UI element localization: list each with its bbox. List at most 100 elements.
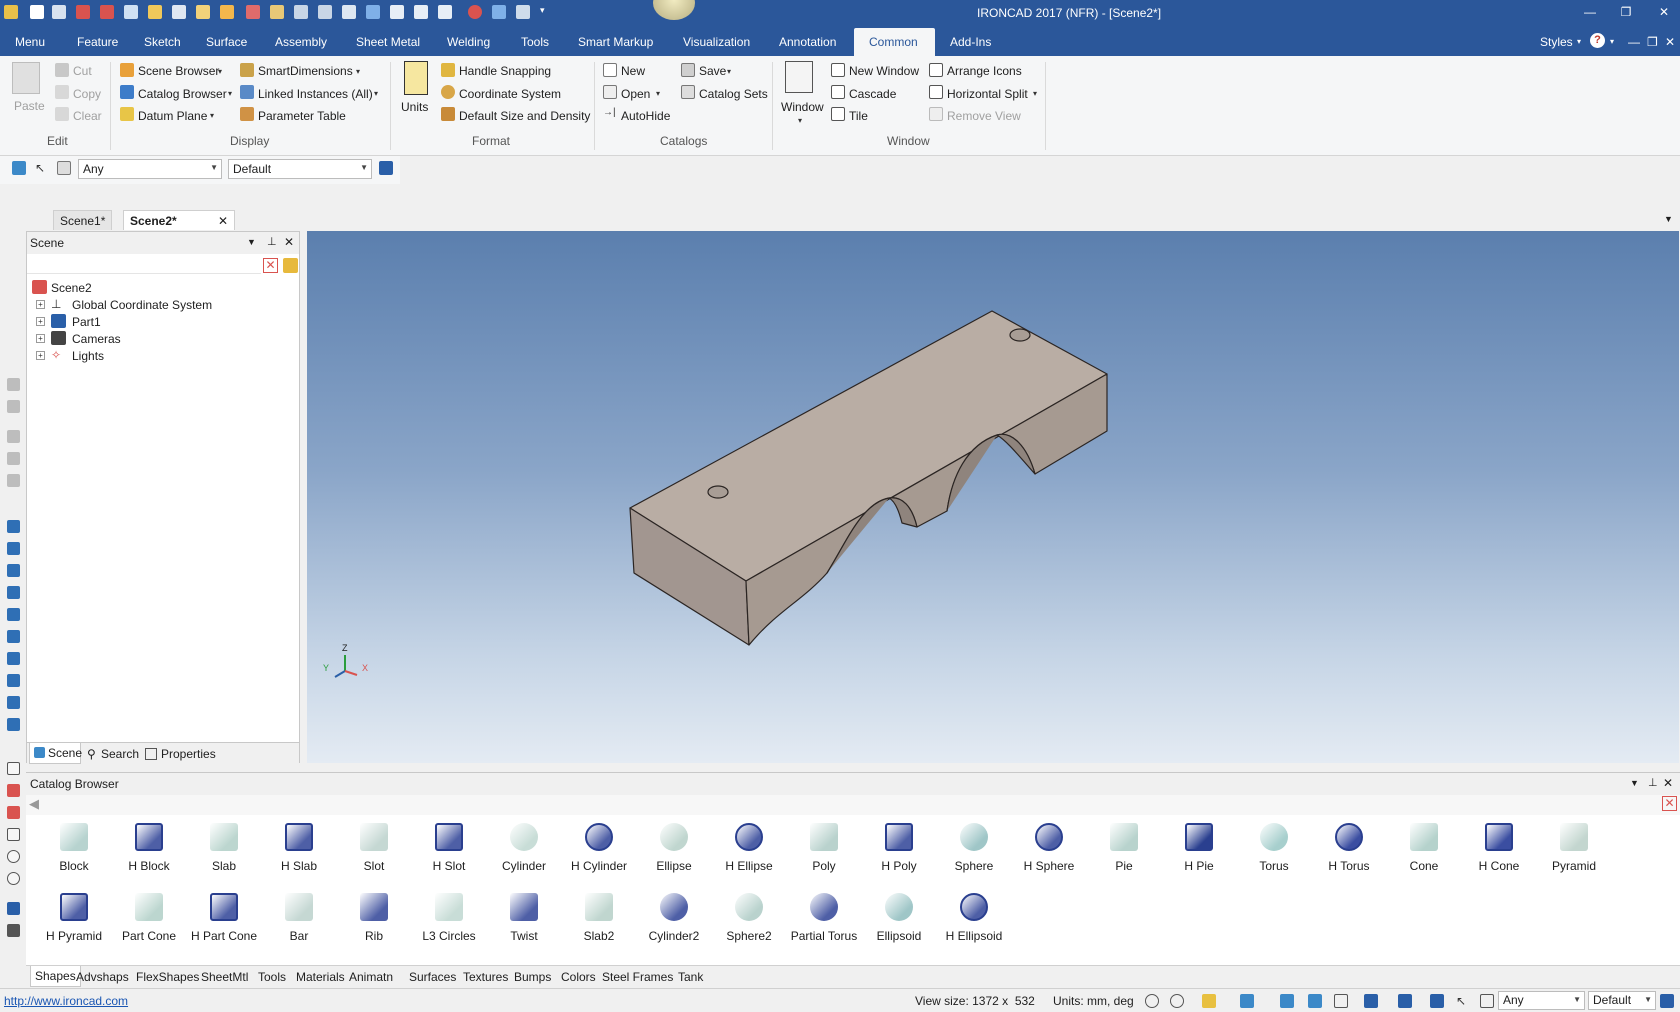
catalog-browser-button[interactable]: Catalog Browser [138, 87, 227, 101]
catalog-tab-tank[interactable]: Tank [678, 970, 703, 984]
paste-icon[interactable] [270, 5, 284, 19]
face-select-icon[interactable] [1480, 994, 1494, 1008]
catalog-tab-shapes[interactable]: Shapes [30, 966, 81, 987]
arrange-icons-icon[interactable] [929, 63, 943, 77]
scene-browser-button[interactable]: Scene Browser [138, 64, 219, 78]
close-doc-icon[interactable] [76, 5, 90, 19]
rotate-tool-icon[interactable] [7, 850, 20, 863]
save-icon[interactable] [52, 5, 66, 19]
cube-view-icon[interactable] [7, 608, 20, 621]
catalog-tab-animatn[interactable]: Animatn [349, 970, 393, 984]
sketch-tool-icon[interactable] [7, 762, 20, 775]
catalog-sets-button[interactable]: Catalog Sets [699, 87, 768, 101]
catalog-item-pyramid[interactable]: Pyramid [1539, 823, 1609, 883]
default-size-icon[interactable] [441, 107, 455, 121]
catalog-item-h-slab[interactable]: H Slab [264, 823, 334, 883]
tree-item-cameras[interactable]: + Cameras [31, 330, 291, 348]
doc-close-icon[interactable]: ✕ [1665, 35, 1675, 49]
datum-plane-icon[interactable] [120, 107, 134, 121]
print-preview-icon[interactable] [124, 5, 138, 19]
cut-icon[interactable] [55, 63, 69, 77]
expand-icon[interactable]: + [36, 317, 45, 326]
handle-snapping-icon[interactable] [441, 63, 455, 77]
close-button[interactable]: ✕ [1654, 4, 1674, 20]
part1-model[interactable] [629, 310, 1108, 646]
view-icon[interactable] [7, 378, 20, 391]
catalog-tab-textures[interactable]: Textures [463, 970, 508, 984]
tab-scene[interactable]: Scene [29, 743, 82, 764]
view-icon[interactable] [7, 430, 20, 443]
datum-plane-button[interactable]: Datum Plane [138, 109, 207, 123]
copy-icon[interactable] [55, 85, 69, 99]
tab-menu[interactable]: Menu [15, 35, 45, 49]
save-catalog-button[interactable]: Save [699, 64, 726, 78]
properties-icon[interactable] [145, 748, 157, 760]
doc-minimize-icon[interactable]: — [1628, 35, 1640, 49]
view-cube-icon[interactable] [1240, 994, 1254, 1008]
help-icon[interactable] [468, 5, 482, 19]
catalog-item-poly[interactable]: Poly [789, 823, 859, 883]
tab-sketch[interactable]: Sketch [144, 35, 181, 49]
remove-view-icon[interactable] [929, 107, 943, 121]
catalog-tab-advshaps[interactable]: Advshaps [76, 970, 129, 984]
catalog-item-sphere[interactable]: Sphere [939, 823, 1009, 883]
help-circle-icon[interactable]: ? [1590, 33, 1605, 48]
configuration-dropdown[interactable]: Default ▼ [228, 159, 372, 179]
catalog-item-torus[interactable]: Torus [1239, 823, 1309, 883]
tab-common[interactable]: Common [854, 28, 935, 56]
view-icon[interactable] [7, 474, 20, 487]
catalog-item-sphere2[interactable]: Sphere2 [714, 893, 784, 953]
clear-icon[interactable] [55, 107, 69, 121]
catalog-item-h-poly[interactable]: H Poly [864, 823, 934, 883]
tree-item-scene2[interactable]: Scene2 [31, 279, 291, 297]
pin-icon[interactable]: ⊥ [1648, 776, 1658, 789]
catalog-item-h-torus[interactable]: H Torus [1314, 823, 1384, 883]
linked-instances-icon[interactable] [240, 85, 254, 99]
circle-tool-icon[interactable] [7, 872, 20, 885]
catalog-browser-icon[interactable] [120, 85, 134, 99]
expand-icon[interactable]: + [36, 300, 45, 309]
catalog-item-cone[interactable]: Cone [1389, 823, 1459, 883]
doc-tab-scene2[interactable]: Scene2* ✕ [123, 210, 235, 230]
cube-view-icon[interactable] [7, 630, 20, 643]
scene-icon[interactable] [390, 5, 404, 19]
catalog-tab-colors[interactable]: Colors [561, 970, 596, 984]
catalog-item-h-part-cone[interactable]: H Part Cone [189, 893, 259, 953]
status-config-dropdown[interactable]: Default ▼ [1588, 991, 1656, 1010]
cube-view-icon[interactable] [7, 520, 20, 533]
catalog-tab-tools[interactable]: Tools [258, 970, 286, 984]
3d-viewport[interactable]: Z Y X [307, 231, 1679, 763]
open-catalog-button[interactable]: Open [621, 87, 650, 101]
catalog-item-cylinder[interactable]: Cylinder [489, 823, 559, 883]
catalog-item-partial-torus[interactable]: Partial Torus [789, 893, 859, 953]
save-catalog-icon[interactable] [681, 63, 695, 77]
view-icon[interactable] [7, 452, 20, 465]
tile-icon[interactable] [831, 107, 845, 121]
horizontal-split-icon[interactable] [929, 85, 943, 99]
coordinate-system-button[interactable]: Coordinate System [459, 87, 561, 101]
status-filter-dropdown[interactable]: Any ▼ [1498, 991, 1585, 1010]
restore-button[interactable]: ❐ [1616, 4, 1636, 20]
cube-view-icon[interactable] [7, 564, 20, 577]
new-window-icon[interactable] [831, 63, 845, 77]
scene-search-field[interactable] [27, 254, 261, 274]
angle-tool-icon[interactable] [7, 828, 20, 841]
catalog-item-cylinder2[interactable]: Cylinder2 [639, 893, 709, 953]
select-pointer-icon[interactable]: ↖ [35, 161, 49, 175]
frame-icon[interactable] [1364, 994, 1378, 1008]
catalog-item-h-pyramid[interactable]: H Pyramid [39, 893, 109, 953]
tab-feature[interactable]: Feature [77, 35, 118, 49]
parameter-table-button[interactable]: Parameter Table [258, 109, 346, 123]
window-caret-icon[interactable]: ▾ [798, 116, 802, 125]
search-icon[interactable]: ⚲ [87, 747, 96, 761]
shading-icon[interactable] [1308, 994, 1322, 1008]
catalog-item-bar[interactable]: Bar [264, 893, 334, 953]
open-icon[interactable] [148, 5, 162, 19]
layout-icon[interactable] [438, 5, 452, 19]
doc-tab-scene1[interactable]: Scene1* [53, 210, 113, 230]
tab-welding[interactable]: Welding [447, 35, 490, 49]
close-panel-icon[interactable]: ✕ [284, 235, 294, 249]
open-catalog-icon[interactable] [603, 85, 617, 99]
panel-menu-caret-icon[interactable]: ▼ [247, 237, 256, 247]
cube-view-icon[interactable] [7, 586, 20, 599]
